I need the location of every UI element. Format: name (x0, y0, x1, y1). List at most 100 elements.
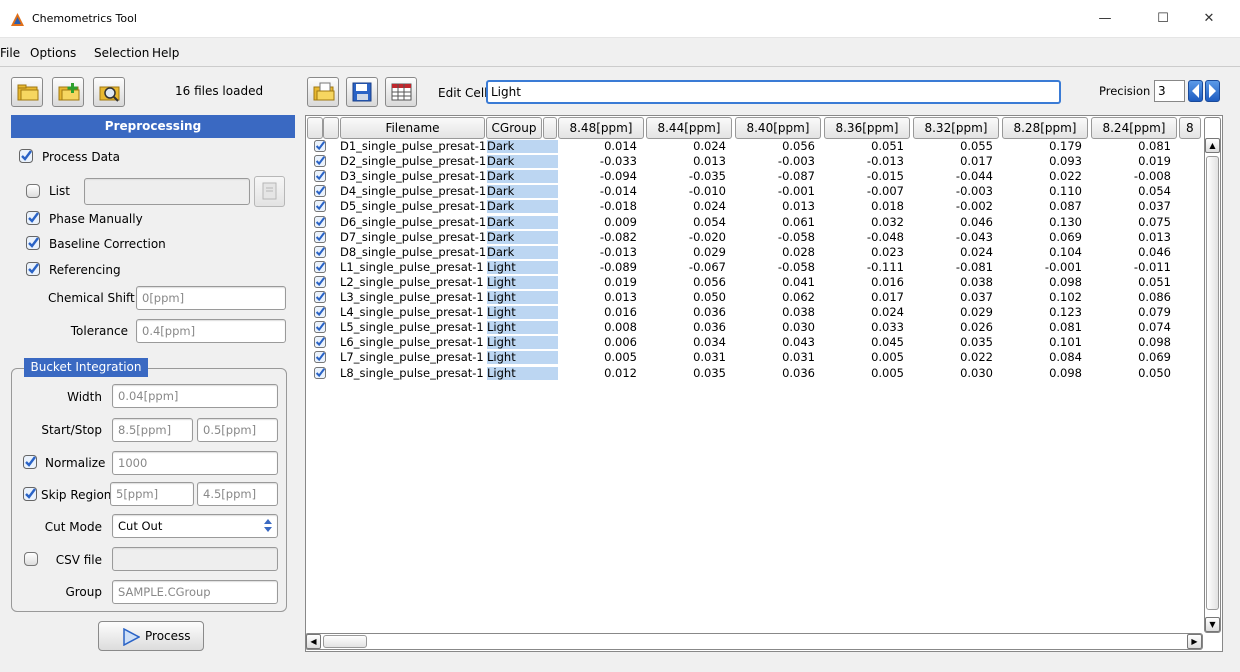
row-checkbox[interactable] (314, 351, 326, 364)
cell-filename[interactable]: L1_single_pulse_presat-1 (340, 260, 484, 274)
cell-value[interactable]: -0.018 (557, 200, 637, 213)
list-field[interactable] (84, 178, 250, 205)
cell-value[interactable]: 0.022 (913, 351, 993, 364)
column-header-ppm-2[interactable]: 8.44[ppm] (646, 117, 732, 139)
table-row[interactable]: D8_single_pulse_presat-1 Dark -0.013 0.029 0… (306, 245, 1206, 259)
column-header-ppm-3[interactable]: 8.40[ppm] (735, 117, 821, 139)
cell-cgroup[interactable]: Light (487, 260, 558, 274)
cell-filename[interactable]: D4_single_pulse_presat-1 (340, 185, 486, 198)
cell-value[interactable]: 0.018 (824, 200, 904, 213)
width-field[interactable]: 0.04[ppm] (112, 384, 278, 408)
cell-value[interactable]: 0.017 (913, 155, 993, 168)
cell-value[interactable]: 0.013 (646, 155, 726, 168)
cell-value[interactable]: 0.035 (646, 366, 726, 380)
start-field[interactable]: 8.5[ppm] (112, 418, 193, 442)
cell-value[interactable]: -0.003 (735, 155, 815, 168)
cell-value[interactable]: 0.074 (1091, 321, 1171, 334)
cell-cgroup[interactable]: Dark (487, 200, 558, 214)
precision-decrease-button[interactable] (1188, 80, 1203, 102)
cell-value[interactable]: 0.026 (913, 321, 993, 334)
cell-cgroup[interactable]: Light (487, 306, 558, 320)
cell-value[interactable]: 0.005 (824, 366, 904, 380)
cell-value[interactable]: 0.024 (913, 245, 993, 259)
cell-value[interactable]: -0.094 (557, 170, 637, 183)
cell-cgroup[interactable]: Dark (487, 155, 558, 169)
column-header-ppm-4[interactable]: 8.36[ppm] (824, 117, 910, 139)
scroll-up-button[interactable]: ▲ (1205, 138, 1220, 153)
table-row[interactable]: D1_single_pulse_presat-1 Dark 0.014 0.024 0.… (306, 140, 1206, 153)
header-check-column[interactable] (323, 117, 339, 139)
cell-filename[interactable]: L8_single_pulse_presat-1 (340, 366, 484, 380)
cell-value[interactable]: 0.033 (824, 321, 904, 334)
cell-value[interactable]: 0.038 (735, 306, 815, 319)
row-checkbox[interactable] (314, 215, 326, 228)
cell-value[interactable]: -0.033 (557, 155, 637, 168)
cell-value[interactable]: 0.130 (1002, 215, 1082, 229)
cell-value[interactable]: 0.030 (913, 366, 993, 380)
table-row[interactable]: L2_single_pulse_presat-1 Light 0.019 0.056 0… (306, 275, 1206, 289)
cell-value[interactable]: 0.055 (913, 140, 993, 153)
cell-filename[interactable]: D8_single_pulse_presat-1 (340, 245, 486, 259)
table-row[interactable]: L6_single_pulse_presat-1 Light 0.006 0.034 0… (306, 336, 1206, 350)
add-files-button[interactable] (52, 77, 84, 107)
cell-value[interactable]: 0.014 (557, 140, 637, 153)
cell-value[interactable]: -0.089 (557, 260, 637, 274)
cell-value[interactable]: 0.123 (1002, 306, 1082, 319)
table-row[interactable]: D4_single_pulse_presat-1 Dark -0.014 -0.010… (306, 185, 1206, 199)
cell-value[interactable]: 0.013 (1091, 230, 1171, 244)
skip-region-checkbox[interactable] (23, 487, 37, 501)
row-checkbox[interactable] (314, 200, 326, 213)
referencing-checkbox[interactable] (26, 262, 40, 276)
cell-cgroup[interactable]: Light (487, 291, 558, 304)
cell-value[interactable]: -0.003 (913, 185, 993, 198)
cell-cgroup[interactable]: Dark (487, 245, 558, 259)
browse-button[interactable] (93, 77, 125, 107)
cell-value[interactable]: 0.035 (913, 336, 993, 349)
cell-value[interactable]: 0.041 (735, 275, 815, 289)
cell-value[interactable]: 0.030 (735, 321, 815, 334)
cell-filename[interactable]: D3_single_pulse_presat-1 (340, 170, 486, 183)
cell-value[interactable]: 0.009 (557, 215, 637, 229)
table-row[interactable]: L3_single_pulse_presat-1 Light 0.013 0.050 0… (306, 291, 1206, 304)
cell-value[interactable]: -0.067 (646, 260, 726, 274)
cell-value[interactable]: -0.044 (913, 170, 993, 183)
table-row[interactable]: L4_single_pulse_presat-1 Light 0.016 0.036 0… (306, 306, 1206, 320)
close-button[interactable]: ✕ (1186, 0, 1232, 38)
cell-value[interactable]: -0.058 (735, 230, 815, 244)
cell-value[interactable]: 0.008 (557, 321, 637, 334)
cell-value[interactable]: 0.022 (1002, 170, 1082, 183)
cell-value[interactable]: -0.035 (646, 170, 726, 183)
cell-value[interactable]: -0.001 (735, 185, 815, 198)
cell-value[interactable]: 0.081 (1002, 321, 1082, 334)
cell-value[interactable]: -0.011 (1091, 260, 1171, 274)
cell-value[interactable]: -0.010 (646, 185, 726, 198)
group-field[interactable]: SAMPLE.CGroup (112, 580, 278, 604)
horizontal-scrollbar[interactable]: ◀ ▶ (305, 633, 1203, 650)
cell-value[interactable]: 0.104 (1002, 245, 1082, 259)
cell-value[interactable]: 0.023 (824, 245, 904, 259)
cell-value[interactable]: 0.016 (557, 306, 637, 319)
cell-cgroup[interactable]: Light (487, 366, 558, 380)
cell-value[interactable]: 0.043 (735, 336, 815, 349)
cell-value[interactable]: -0.001 (1002, 260, 1082, 274)
menu-help[interactable]: Help (152, 39, 179, 67)
column-header-ppm-7[interactable]: 8.24[ppm] (1091, 117, 1177, 139)
cell-value[interactable]: 0.098 (1002, 275, 1082, 289)
row-checkbox[interactable] (314, 245, 326, 258)
cell-value[interactable]: 0.029 (913, 306, 993, 319)
vertical-scrollbar[interactable]: ▲ ▼ (1204, 117, 1221, 633)
scroll-right-button[interactable]: ▶ (1187, 634, 1202, 649)
cell-value[interactable]: -0.007 (824, 185, 904, 198)
cell-value[interactable]: 0.019 (557, 275, 637, 289)
header-row-selector[interactable] (307, 117, 323, 139)
cell-value[interactable]: -0.082 (557, 230, 637, 244)
cell-filename[interactable]: D5_single_pulse_presat-1 (340, 200, 486, 213)
cell-filename[interactable]: L6_single_pulse_presat-1 (340, 336, 484, 349)
row-checkbox[interactable] (314, 321, 326, 334)
table-row[interactable]: L5_single_pulse_presat-1 Light 0.008 0.036 0… (306, 321, 1206, 335)
row-checkbox[interactable] (314, 306, 326, 319)
cell-cgroup[interactable]: Light (487, 336, 558, 350)
table-row[interactable]: D6_single_pulse_presat-1 Dark 0.009 0.054 0.… (306, 215, 1206, 229)
cell-value[interactable]: 0.062 (735, 291, 815, 304)
cell-value[interactable]: 0.051 (824, 140, 904, 153)
